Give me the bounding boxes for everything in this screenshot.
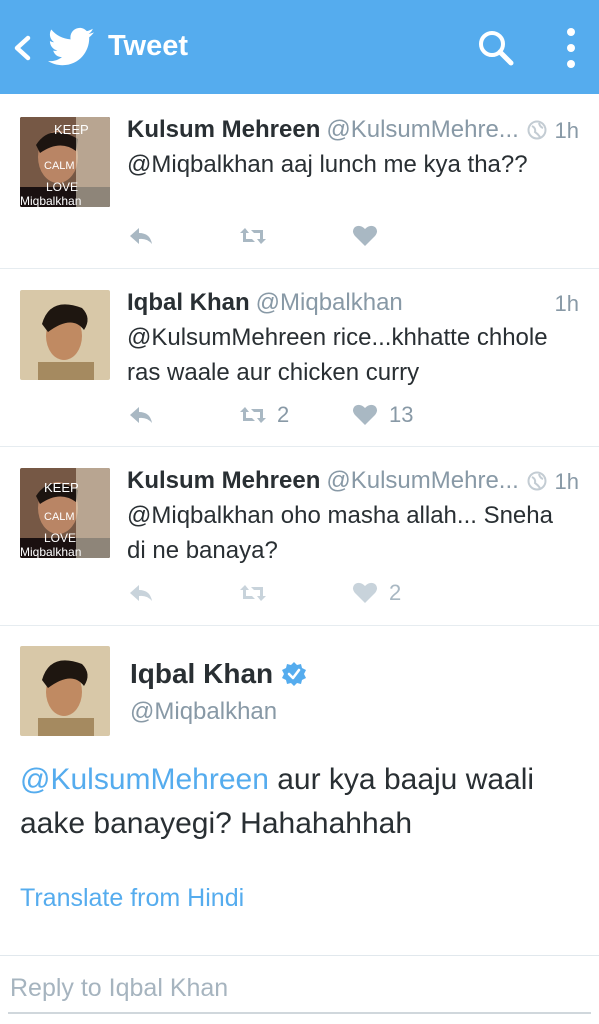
globe-icon xyxy=(527,471,547,491)
tweet-header: Kulsum Mehreen @KulsumMehre... xyxy=(127,467,519,495)
avatar[interactable] xyxy=(20,646,110,736)
tweet-item[interactable]: Iqbal Khan @Miqbalkhan 1h @KulsumMehreen … xyxy=(0,269,599,447)
author-handle[interactable]: @Miqbalkhan xyxy=(256,289,403,316)
translate-link[interactable]: Translate from Hindi xyxy=(20,884,244,913)
tweet-text: @Miqbalkhan aaj lunch me kya tha?? xyxy=(127,151,528,178)
author-handle[interactable]: @Miqbalkhan xyxy=(130,698,277,726)
verified-badge-icon xyxy=(282,662,307,686)
avatar[interactable] xyxy=(20,290,110,380)
main-tweet: Iqbal Khan @Miqbalkhan @KulsumMehreen au… xyxy=(0,626,599,956)
globe-icon xyxy=(527,120,547,140)
reply-icon xyxy=(130,585,152,601)
heart-icon xyxy=(353,582,377,603)
tweet-text: @KulsumMehreen rice...khhatte chhole ras… xyxy=(127,324,548,386)
avatar-text: CALM xyxy=(44,160,75,172)
avatar[interactable]: KEEP CALM LOVE Miqbalkhan xyxy=(20,117,110,207)
reply-icon xyxy=(130,407,152,423)
tweet-text: @KulsumMehreen aur kya baaju waali aake … xyxy=(20,758,590,846)
retweet-button[interactable] xyxy=(239,221,267,251)
chevron-left-icon[interactable] xyxy=(8,30,36,66)
tweet-header: Iqbal Khan @Miqbalkhan xyxy=(127,289,403,317)
time-label: 1h xyxy=(554,291,579,316)
avatar-text: LOVE xyxy=(46,180,78,194)
heart-icon xyxy=(353,225,377,246)
avatar[interactable]: KEEP CALM LOVE Miqbalkhan xyxy=(20,468,110,558)
time-label: 1h xyxy=(554,469,579,494)
tweet-time: 1h xyxy=(555,291,579,317)
more-vertical-icon[interactable] xyxy=(560,26,582,70)
avatar-text: Miqbalkhan xyxy=(20,545,81,558)
search-icon[interactable] xyxy=(476,28,516,68)
like-button[interactable] xyxy=(351,221,379,251)
tweet-time: 1h xyxy=(527,469,579,495)
reply-bar xyxy=(0,960,599,1024)
author-handle[interactable]: @KulsumMehre... xyxy=(326,467,518,494)
avatar-image-icon: KEEP CALM LOVE Miqbalkhan xyxy=(20,117,110,207)
avatar-text: CALM xyxy=(44,511,75,523)
mention-link[interactable]: @KulsumMehreen xyxy=(20,763,269,796)
retweet-icon xyxy=(240,228,266,244)
author-handle[interactable]: @KulsumMehre... xyxy=(326,116,518,143)
like-button[interactable]: 2 xyxy=(351,578,401,608)
author-name[interactable]: Iqbal Khan xyxy=(130,658,273,690)
tweet-item[interactable]: KEEP CALM LOVE Miqbalkhan Kulsum Mehreen… xyxy=(0,94,599,269)
reply-button[interactable] xyxy=(127,221,155,251)
avatar-text: LOVE xyxy=(44,531,76,545)
reply-icon xyxy=(130,228,152,244)
like-button[interactable]: 13 xyxy=(351,400,413,430)
page-title: Tweet xyxy=(108,30,189,62)
reply-button[interactable] xyxy=(127,578,155,608)
retweet-icon xyxy=(240,585,266,601)
avatar-text: Miqbalkhan xyxy=(20,194,81,207)
like-count: 13 xyxy=(389,402,414,427)
author-name[interactable]: Kulsum Mehreen xyxy=(127,467,320,494)
tweet-header: Kulsum Mehreen @KulsumMehre... xyxy=(127,116,519,144)
twitter-bird-icon xyxy=(48,27,94,66)
avatar-image-icon xyxy=(20,290,110,380)
avatar-text: KEEP xyxy=(44,480,79,495)
tweet-text: @Miqbalkhan oho masha allah... Sneha di … xyxy=(127,502,553,564)
time-label: 1h xyxy=(554,118,579,143)
reply-button[interactable] xyxy=(127,400,155,430)
author-name[interactable]: Kulsum Mehreen xyxy=(127,116,320,143)
retweet-icon xyxy=(240,407,266,423)
tweet-time: 1h xyxy=(527,118,579,144)
tweet-item[interactable]: KEEP CALM LOVE Miqbalkhan Kulsum Mehreen… xyxy=(0,447,599,626)
tweet-actions: 2 13 xyxy=(127,400,457,430)
like-count: 2 xyxy=(389,580,402,605)
author-name-row: Iqbal Khan xyxy=(130,658,307,690)
heart-icon xyxy=(353,404,377,425)
avatar-text: KEEP xyxy=(54,122,89,137)
top-app-bar: Tweet xyxy=(0,0,599,94)
author-name[interactable]: Iqbal Khan xyxy=(127,289,250,316)
reply-input[interactable] xyxy=(8,964,591,1014)
tweet-actions: 2 xyxy=(127,578,457,608)
tweet-actions xyxy=(127,221,457,251)
avatar-image-icon: KEEP CALM LOVE Miqbalkhan xyxy=(20,468,110,558)
retweet-count: 2 xyxy=(277,402,290,427)
retweet-button[interactable]: 2 xyxy=(239,400,289,430)
avatar-image-icon xyxy=(20,646,110,736)
retweet-button[interactable] xyxy=(239,578,267,608)
